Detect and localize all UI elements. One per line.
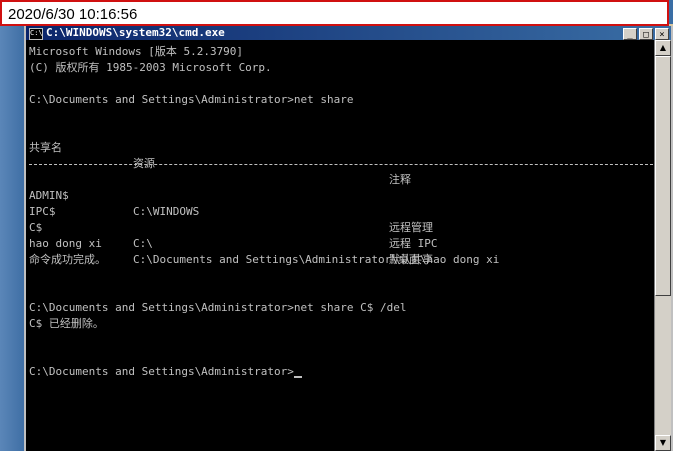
deleted-message: C$ 已经删除。	[29, 317, 104, 330]
success-message: 命令成功完成。	[29, 253, 106, 266]
prompt-text: C:\Documents and Settings\Administrator>	[29, 365, 294, 378]
maximize-icon[interactable]: □	[639, 28, 653, 40]
window-controls: _ □ ×	[621, 27, 669, 40]
share-name: hao dong xi	[29, 237, 102, 250]
minimize-icon[interactable]: _	[623, 28, 637, 40]
command-delete-share: C:\Documents and Settings\Administrator>…	[29, 301, 407, 314]
vertical-scrollbar[interactable]: ▲ ▼	[654, 40, 671, 451]
share-row: ADMIN$ C:\WINDOWS 远程管理	[29, 172, 653, 234]
share-resource: C:\Documents and Settings\Administrator\…	[133, 253, 500, 266]
copyright-line: (C) 版权所有 1985-2003 Microsoft Corp.	[29, 61, 272, 74]
share-row: IPC$ 远程 IPC	[29, 188, 653, 250]
close-icon[interactable]: ×	[655, 28, 669, 40]
cmd-window[interactable]: C:\ C:\WINDOWS\system32\cmd.exe _ □ × Micro…	[24, 26, 673, 451]
current-prompt: C:\Documents and Settings\Administrator>	[29, 364, 302, 380]
title-bar[interactable]: C:\ C:\WINDOWS\system32\cmd.exe _ □ ×	[26, 26, 671, 40]
share-table-header: 共享名 资源 注释	[29, 124, 653, 186]
scroll-thumb[interactable]	[655, 56, 671, 296]
scroll-up-icon[interactable]: ▲	[655, 40, 671, 56]
text-cursor	[293, 376, 302, 378]
desktop-background	[0, 0, 24, 451]
header-share-name: 共享名	[29, 141, 62, 154]
console-output[interactable]: Microsoft Windows [版本 5.2.3790] (C) 版权所有…	[29, 44, 653, 447]
share-row: C$ C:\ 默认共享	[29, 204, 653, 266]
command-net-share: C:\Documents and Settings\Administrator>…	[29, 93, 354, 106]
scroll-down-icon[interactable]: ▼	[655, 435, 671, 451]
separator-line	[29, 164, 653, 165]
share-resource: C:\	[133, 237, 153, 250]
version-line: Microsoft Windows [版本 5.2.3790]	[29, 45, 244, 58]
share-row: hao dong xi C:\Documents and Settings\Ad…	[29, 220, 653, 266]
timestamp-overlay: 2020/6/30 10:16:56	[0, 0, 669, 26]
cmd-icon[interactable]: C:\	[29, 28, 43, 40]
share-remark: 远程 IPC	[389, 237, 438, 250]
